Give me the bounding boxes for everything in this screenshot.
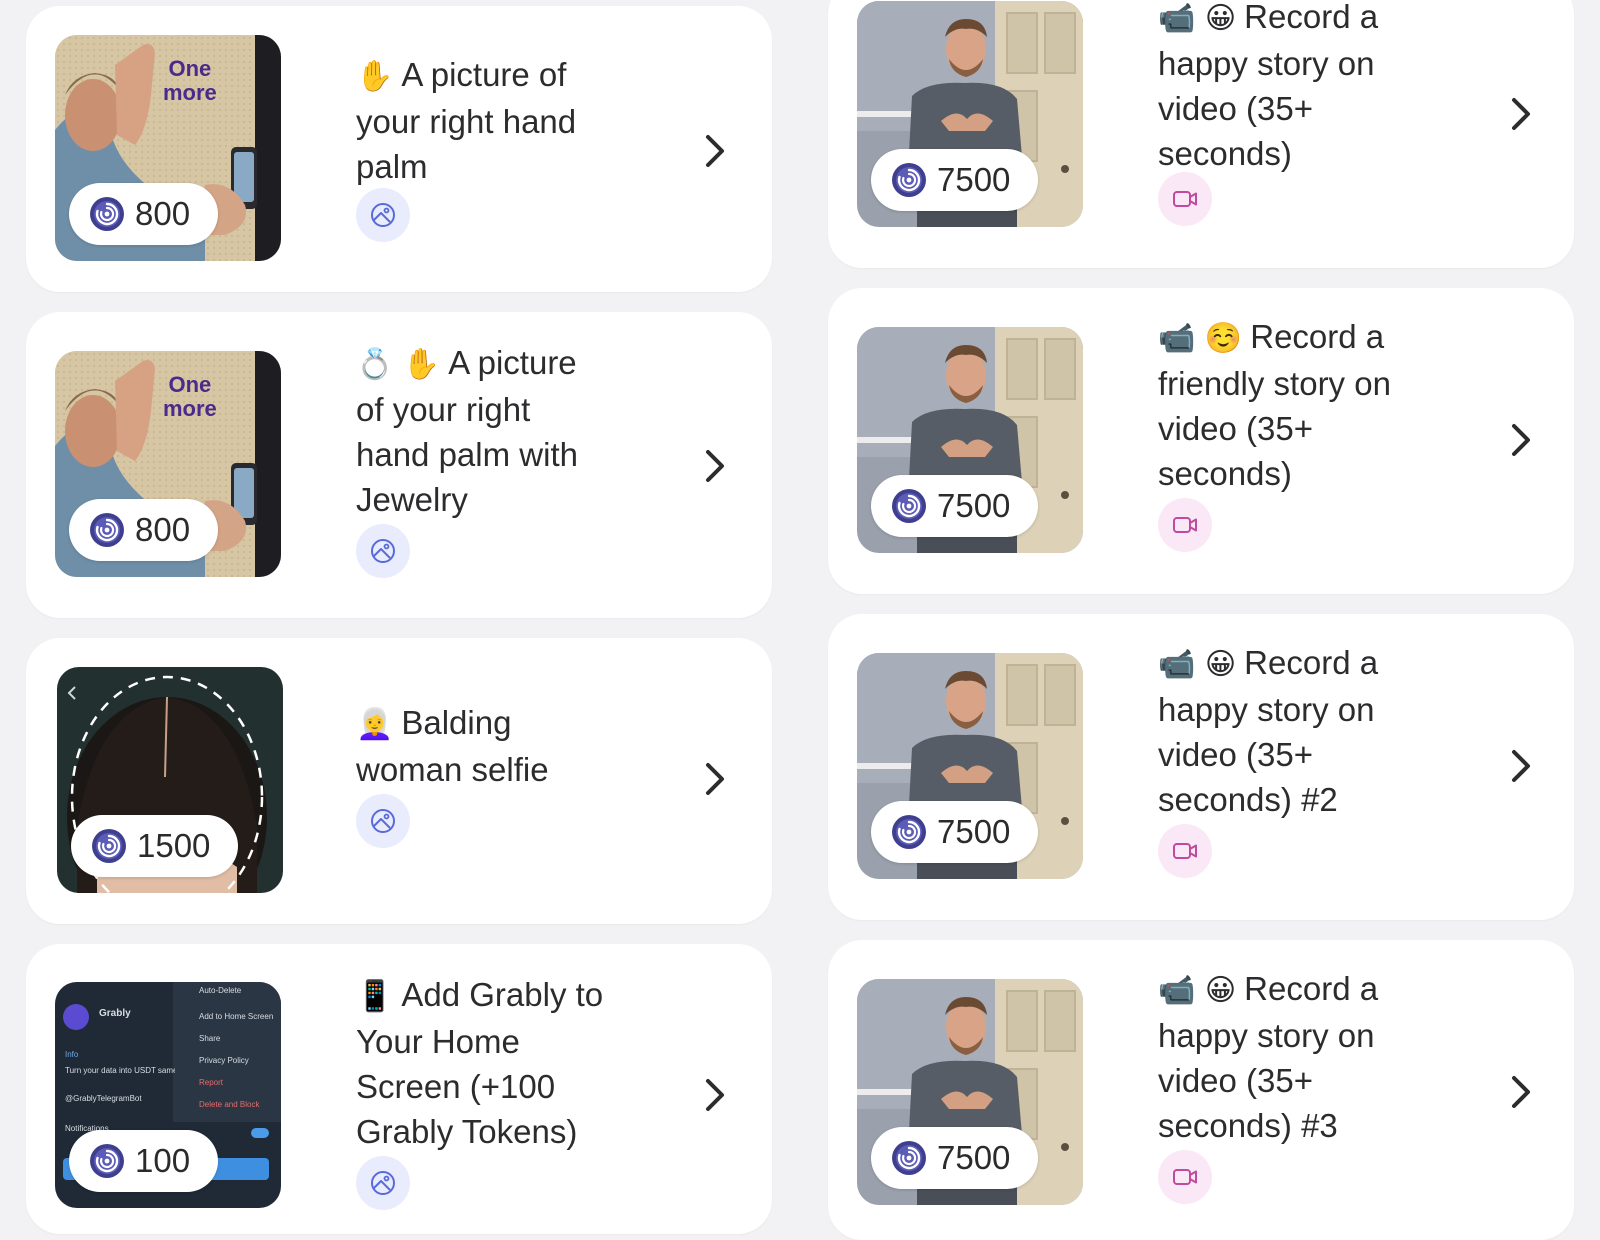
chevron-right-icon[interactable] [704, 761, 728, 797]
task-thumbnail: 1500 [57, 667, 283, 893]
image-type-badge [356, 794, 410, 848]
chevron-right-icon[interactable] [1510, 748, 1534, 784]
title-emoji: 👩‍🦳 [356, 707, 394, 742]
task-thumbnail: Grably Auto-Delete Add to Home Screen Sh… [55, 982, 281, 1208]
task-card-add-grably-home[interactable]: Grably Auto-Delete Add to Home Screen Sh… [26, 944, 772, 1234]
video-type-badge [1158, 498, 1212, 552]
token-coin-icon [891, 488, 927, 524]
task-title: 📹 😀 Record a happy story on video (35+ se… [1158, 0, 1379, 172]
token-coin-icon [89, 1143, 125, 1179]
task-title: 📱 Add Grably to Your Home Screen (+100 Gr… [356, 976, 604, 1150]
task-thumbnail: 7500 [857, 979, 1083, 1205]
reward-pill: 7500 [871, 801, 1039, 863]
reward-amount: 800 [135, 511, 191, 548]
chevron-right-icon[interactable] [704, 1077, 728, 1113]
task-thumbnail: 7500 [857, 1, 1083, 227]
title-emoji: 📹 ☺️ [1158, 321, 1243, 356]
task-title: 📹 😀 Record a happy story on video (35+ se… [1158, 644, 1379, 818]
task-thumbnail: One more 800 [55, 351, 281, 577]
image-type-badge [356, 1156, 410, 1210]
task-card-right-hand-palm[interactable]: One more 800 ✋ A picture of your right ha… [26, 6, 772, 292]
task-title: 👩‍🦳 Balding woman selfie [356, 704, 549, 788]
video-icon [1171, 1163, 1199, 1191]
title-emoji: 📹 😀 [1158, 647, 1237, 682]
reward-pill: 7500 [871, 1127, 1039, 1189]
task-card-right-hand-jewelry[interactable]: One more 800 💍 ✋ A picture of your right … [26, 312, 772, 618]
reward-amount: 7500 [937, 813, 1011, 850]
mock-menu-item: Add to Home Screen [199, 1012, 274, 1021]
task-title: ✋ A picture of your right hand palm [356, 56, 577, 185]
mock-app-name: Grably [99, 1008, 131, 1019]
video-type-badge [1158, 824, 1212, 878]
chevron-right-icon[interactable] [1510, 96, 1534, 132]
mock-info-label: Info [65, 1050, 79, 1059]
task-card-happy-story-video[interactable]: 7500 📹 😀 Record a happy story on video (3… [828, 0, 1574, 268]
image-type-badge [356, 188, 410, 242]
mock-menu-item: Auto-Delete [199, 986, 242, 995]
task-card-friendly-story-video[interactable]: 7500 📹 ☺️ Record a friendly story on vide… [828, 288, 1574, 594]
overlay-text: One more [163, 56, 217, 105]
token-coin-icon [891, 814, 927, 850]
task-card-balding-woman[interactable]: 1500 👩‍🦳 Balding woman selfie [26, 638, 772, 924]
chevron-right-icon[interactable] [704, 448, 728, 484]
reward-amount: 7500 [937, 1139, 1011, 1176]
mock-menu-item: Report [199, 1078, 224, 1087]
mock-handle: @GrablyTelegramBot [65, 1094, 142, 1103]
token-coin-icon [89, 196, 125, 232]
title-emoji: 📱 [356, 979, 394, 1014]
title-emoji: 📹 😀 [1158, 973, 1237, 1008]
mock-info-text: Turn your data into USDT same [65, 1066, 175, 1075]
reward-pill: 100 [69, 1130, 219, 1192]
title-emoji: ✋ [356, 59, 394, 94]
task-thumbnail: 7500 [857, 327, 1083, 553]
title-emoji: 💍 ✋ [356, 347, 441, 382]
video-icon [1171, 511, 1199, 539]
reward-amount: 1500 [137, 827, 211, 864]
reward-amount: 100 [135, 1142, 191, 1179]
video-icon [1171, 837, 1199, 865]
reward-pill: 1500 [71, 815, 239, 877]
task-thumbnail: 7500 [857, 653, 1083, 879]
image-icon [369, 1169, 397, 1197]
video-type-badge [1158, 1150, 1212, 1204]
task-title: 📹 ☺️ Record a friendly story on video (35… [1158, 318, 1391, 492]
reward-pill: 7500 [871, 475, 1039, 537]
token-coin-icon [89, 512, 125, 548]
reward-pill: 800 [69, 183, 219, 245]
overlay-text: One more [163, 372, 217, 421]
mock-menu-item: Share [199, 1034, 221, 1043]
reward-amount: 800 [135, 195, 191, 232]
reward-pill: 800 [69, 499, 219, 561]
chevron-right-icon[interactable] [704, 133, 728, 169]
task-card-happy-story-video-3[interactable]: 7500 📹 😀 Record a happy story on video (3… [828, 940, 1574, 1240]
reward-amount: 7500 [937, 487, 1011, 524]
chevron-right-icon[interactable] [1510, 422, 1534, 458]
token-coin-icon [891, 1140, 927, 1176]
video-icon [1171, 185, 1199, 213]
image-type-badge [356, 524, 410, 578]
mock-menu-item: Delete and Block [199, 1100, 260, 1109]
video-type-badge [1158, 172, 1212, 226]
task-thumbnail: One more 800 [55, 35, 281, 261]
mock-menu-item: Privacy Policy [199, 1056, 249, 1065]
task-card-happy-story-video-2[interactable]: 7500 📹 😀 Record a happy story on video (3… [828, 614, 1574, 920]
image-icon [369, 201, 397, 229]
token-coin-icon [91, 828, 127, 864]
chevron-right-icon[interactable] [1510, 1074, 1534, 1110]
token-coin-icon [891, 162, 927, 198]
reward-pill: 7500 [871, 149, 1039, 211]
title-emoji: 📹 😀 [1158, 1, 1237, 36]
image-icon [369, 537, 397, 565]
task-title: 📹 😀 Record a happy story on video (35+ se… [1158, 970, 1379, 1144]
task-title: 💍 ✋ A picture of your right hand palm wit… [356, 344, 578, 518]
reward-amount: 7500 [937, 161, 1011, 198]
image-icon [369, 807, 397, 835]
